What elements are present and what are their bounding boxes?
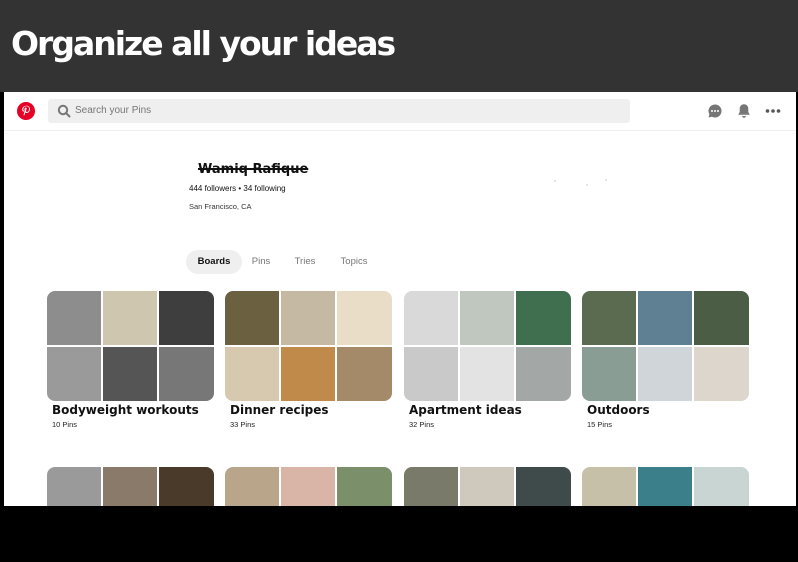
- board-cover-image: [694, 291, 749, 345]
- board-cover-image: [281, 291, 335, 345]
- board-pin-count: 33 Pins: [230, 420, 256, 429]
- message-icon[interactable]: [706, 102, 724, 120]
- board-card[interactable]: [47, 467, 214, 506]
- avatar-placeholder-dot: [554, 180, 556, 182]
- bell-icon[interactable]: [735, 102, 753, 120]
- tab-tries[interactable]: Tries: [288, 250, 322, 274]
- board-cover-image: [404, 467, 458, 506]
- board-cover-image: [638, 467, 692, 506]
- board-cover-image: [159, 291, 214, 345]
- tab-topics[interactable]: Topics: [332, 250, 376, 274]
- board-cover-image: [516, 347, 571, 401]
- board-card[interactable]: Dinner recipes 33 Pins: [225, 291, 392, 429]
- board-cover-image: [159, 347, 214, 401]
- board-cover-image: [638, 347, 692, 401]
- board-cover-image: [582, 467, 636, 506]
- board-cover-image: [460, 467, 514, 506]
- board-cover[interactable]: [404, 291, 571, 401]
- board-cover[interactable]: [225, 467, 392, 506]
- board-pin-count: 32 Pins: [409, 420, 435, 429]
- board-cover-image: [103, 291, 157, 345]
- board-cover-image: [337, 467, 392, 506]
- avatar-placeholder-dot: [605, 179, 607, 181]
- board-cover-image: [516, 467, 571, 506]
- board-cover-image: [404, 291, 458, 345]
- pinterest-app-window: Search your Pins Wamiq Rafique 444 follo…: [4, 92, 796, 506]
- board-cover-image: [281, 347, 335, 401]
- board-title[interactable]: Apartment ideas: [409, 403, 571, 417]
- board-cover-image: [225, 347, 279, 401]
- board-title[interactable]: Bodyweight workouts: [52, 403, 214, 417]
- board-pin-count: 10 Pins: [52, 420, 78, 429]
- board-title[interactable]: Outdoors: [587, 403, 749, 417]
- board-card[interactable]: [225, 467, 392, 506]
- banner-headline: Organize all your ideas: [11, 24, 396, 63]
- board-cover-image: [582, 347, 636, 401]
- app-header: Search your Pins: [4, 92, 796, 131]
- board-cover-image: [225, 291, 279, 345]
- board-cover-image: [460, 291, 514, 345]
- board-cover[interactable]: [404, 467, 571, 506]
- board-cover[interactable]: [47, 291, 214, 401]
- board-cover[interactable]: [582, 291, 749, 401]
- bottom-black-bar: [0, 506, 798, 562]
- board-title[interactable]: Dinner recipes: [230, 403, 392, 417]
- profile-name: Wamiq Rafique: [198, 162, 309, 177]
- board-cover-image: [460, 347, 514, 401]
- board-cover-image: [638, 291, 692, 345]
- board-cover-image: [159, 467, 214, 506]
- board-cover-image: [337, 347, 392, 401]
- follow-stats[interactable]: 444 followers • 34 following: [189, 184, 286, 193]
- search-icon: [57, 104, 71, 118]
- board-card[interactable]: [404, 467, 571, 506]
- board-cover-image: [281, 467, 335, 506]
- board-cover[interactable]: [225, 291, 392, 401]
- search-bar[interactable]: Search your Pins: [48, 99, 630, 123]
- board-card[interactable]: Outdoors 15 Pins: [582, 291, 749, 429]
- promo-banner: Organize all your ideas: [0, 0, 798, 92]
- tab-boards[interactable]: Boards: [186, 250, 242, 274]
- board-cover[interactable]: [582, 467, 749, 506]
- board-cover-image: [582, 291, 636, 345]
- profile-location: San Francisco, CA: [189, 202, 252, 211]
- board-cover-image: [47, 291, 101, 345]
- board-cover-image: [103, 347, 157, 401]
- board-pin-count: 15 Pins: [587, 420, 613, 429]
- board-cover-image: [694, 347, 749, 401]
- board-cover-image: [404, 347, 458, 401]
- board-card[interactable]: [582, 467, 749, 506]
- board-cover-image: [516, 291, 571, 345]
- board-cover[interactable]: [47, 467, 214, 506]
- tab-pins[interactable]: Pins: [244, 250, 278, 274]
- board-card[interactable]: Apartment ideas 32 Pins: [404, 291, 571, 429]
- more-icon[interactable]: [764, 102, 782, 120]
- board-cover-image: [337, 291, 392, 345]
- search-input[interactable]: Search your Pins: [75, 104, 151, 118]
- board-cover-image: [47, 347, 101, 401]
- pinterest-logo-icon[interactable]: [17, 102, 35, 120]
- board-cover-image: [47, 467, 101, 506]
- avatar-placeholder-dot: [586, 184, 588, 186]
- board-card[interactable]: Bodyweight workouts 10 Pins: [47, 291, 214, 429]
- board-cover-image: [694, 467, 749, 506]
- board-cover-image: [103, 467, 157, 506]
- board-cover-image: [225, 467, 279, 506]
